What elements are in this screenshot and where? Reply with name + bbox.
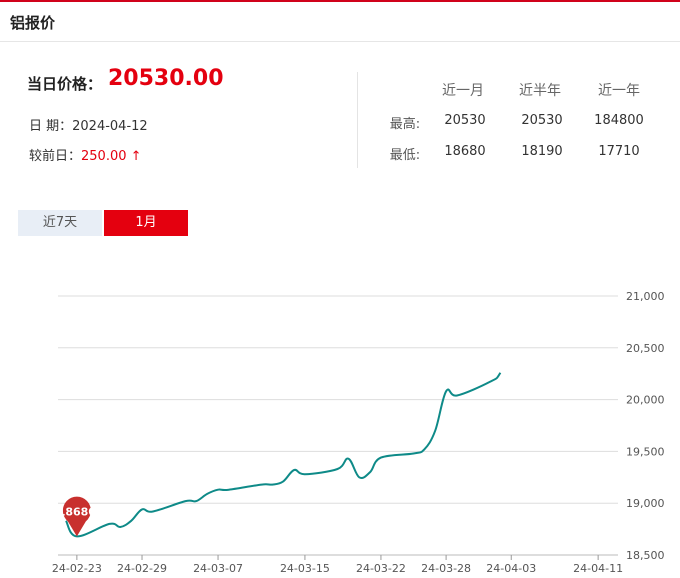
marker-label: 18680 xyxy=(58,505,97,518)
stats-row-low-label: 最低: xyxy=(389,148,421,163)
stats-row-high-label: 最高: xyxy=(389,117,421,132)
x-tick-label: 24-03-15 xyxy=(280,562,330,575)
min-price-marker: 18680 xyxy=(58,496,97,537)
y-tick-label: 20,000 xyxy=(626,394,665,407)
stats-header-year: 近一年 xyxy=(598,83,640,99)
price-value: 20530.00 xyxy=(108,66,224,91)
stats-header-half-year: 近半年 xyxy=(519,83,561,99)
date-row: 日 期：2024-04-12 xyxy=(29,115,148,134)
x-tick-label: 24-04-03 xyxy=(486,562,536,575)
date-label: 日 期： xyxy=(29,119,73,134)
date-value: 2024-04-12 xyxy=(72,119,148,134)
x-tick-label: 24-03-22 xyxy=(356,562,406,575)
stats-low-year: 17710 xyxy=(598,144,640,159)
x-tick-label: 24-03-07 xyxy=(193,562,243,575)
tab-1-month[interactable]: 1月 xyxy=(104,210,188,236)
x-tick-label: 24-04-11 xyxy=(573,562,623,575)
max-price-marker: 20530 xyxy=(590,260,629,263)
marker-label: 20530 xyxy=(590,260,629,263)
change-row: 较前日：250.00 ↑ xyxy=(29,145,142,164)
price-label: 当日价格： xyxy=(27,75,103,93)
stats-low-month: 18680 xyxy=(444,144,486,159)
price-line-chart: 18,500 19,000 19,500 20,000 20,500 21,000 24-0… xyxy=(52,260,665,575)
stats-low-half-year: 18190 xyxy=(521,144,563,159)
tab-7-days[interactable]: 近7天 xyxy=(18,210,102,236)
change-value: 250.00 ↑ xyxy=(81,149,142,164)
change-label: 较前日： xyxy=(29,149,82,164)
price-series-line xyxy=(65,372,502,538)
x-tick-label: 24-02-23 xyxy=(52,562,102,575)
stats-high-month: 20530 xyxy=(444,113,486,128)
x-tick-label: 24-02-29 xyxy=(117,562,167,575)
page-title: 铝报价 xyxy=(10,14,56,32)
stats-high-year: 184800 xyxy=(594,113,644,128)
y-tick-label: 20,500 xyxy=(626,342,665,355)
y-tick-label: 21,000 xyxy=(626,290,665,303)
stats-high-half-year: 20530 xyxy=(521,113,563,128)
stats-header-month: 近一月 xyxy=(442,83,484,99)
y-tick-label: 19,500 xyxy=(626,445,665,458)
title-bar: 铝报价 xyxy=(0,2,680,42)
x-tick-label: 24-03-28 xyxy=(421,562,471,575)
y-tick-label: 18,500 xyxy=(626,549,665,562)
vertical-divider xyxy=(357,72,358,168)
y-tick-label: 19,000 xyxy=(626,497,665,510)
